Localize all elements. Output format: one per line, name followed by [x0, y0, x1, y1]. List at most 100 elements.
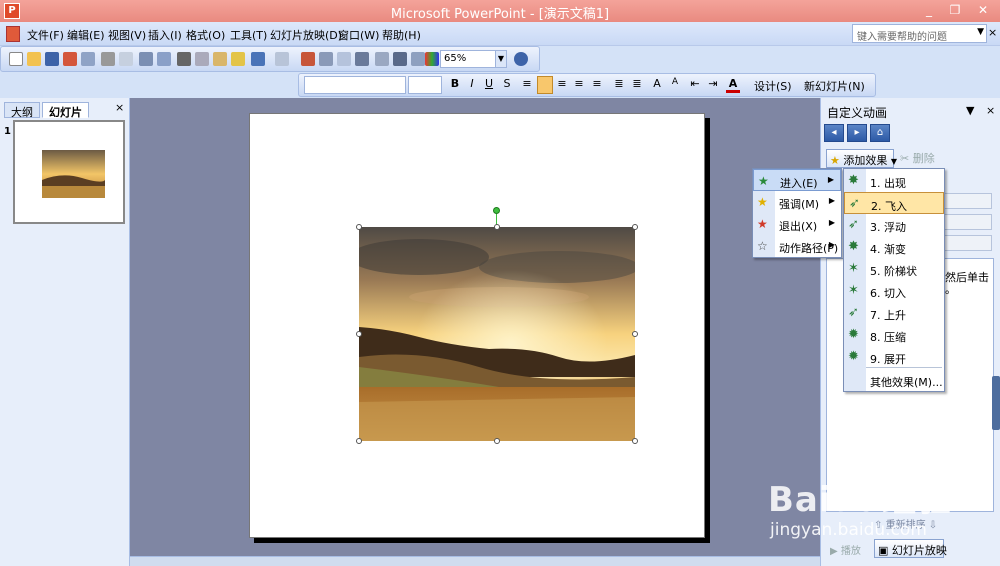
back-icon[interactable]: ◂: [824, 124, 844, 142]
paste-icon[interactable]: [213, 52, 227, 66]
chevron-down-icon[interactable]: ▼: [977, 27, 984, 37]
menu-edit[interactable]: 编辑(E): [67, 27, 105, 43]
add-effect-button[interactable]: ★ 添加效果 ▼: [826, 149, 897, 168]
copy-icon[interactable]: [195, 52, 209, 66]
tab-outline[interactable]: 大纲: [4, 102, 40, 119]
help-search-input[interactable]: 键入需要帮助的问题 ▼: [852, 24, 987, 43]
menu-view[interactable]: 视图(V): [108, 27, 146, 43]
bold-icon[interactable]: B: [448, 77, 462, 90]
tab-slides[interactable]: 幻灯片: [42, 102, 89, 119]
font-size-select[interactable]: [408, 76, 442, 94]
new-icon[interactable]: [9, 52, 23, 66]
effect-fly-in[interactable]: ➶ 2. 飞入: [844, 192, 944, 214]
menu-insert[interactable]: 插入(I): [148, 27, 182, 43]
effect-float[interactable]: ➶ 3. 浮动: [844, 214, 944, 236]
close-pane-button[interactable]: ×: [986, 104, 995, 117]
play-button[interactable]: ▶ 播放: [826, 540, 868, 558]
numbering-icon[interactable]: ≣: [612, 77, 626, 90]
resize-handle[interactable]: [356, 438, 362, 444]
menu-file[interactable]: 文件(F): [27, 27, 64, 43]
down-arrow-icon[interactable]: ⇩: [929, 520, 937, 531]
menu-item-exit[interactable]: ★ 退出(X) ▶: [753, 213, 841, 235]
effect-fade[interactable]: ✸ 4. 渐变: [844, 236, 944, 258]
zoom-dropdown-icon[interactable]: ▼: [495, 50, 507, 68]
redo-icon[interactable]: [275, 52, 289, 66]
start-select[interactable]: [944, 193, 992, 209]
shadow-icon[interactable]: S: [500, 77, 514, 90]
property-select[interactable]: [944, 214, 992, 230]
effect-compress[interactable]: ✹ 8. 压缩: [844, 324, 944, 346]
decrease-font-icon[interactable]: A: [668, 77, 682, 87]
effect-appear[interactable]: ✸ 1. 出现: [844, 170, 944, 192]
permission-icon[interactable]: [63, 52, 77, 66]
resize-handle[interactable]: [494, 224, 500, 230]
speed-select[interactable]: [944, 235, 992, 251]
save-icon[interactable]: [45, 52, 59, 66]
scrollbar-thumb[interactable]: [992, 376, 1000, 430]
menu-tools[interactable]: 工具(T): [230, 27, 267, 43]
font-name-select[interactable]: [304, 76, 406, 94]
menu-item-emphasis[interactable]: ★ 强调(M) ▶: [753, 191, 841, 213]
expand-all-icon[interactable]: [375, 52, 389, 66]
document-icon[interactable]: [6, 26, 20, 42]
print-icon[interactable]: [101, 52, 115, 66]
open-icon[interactable]: [27, 52, 41, 66]
insert-table-icon[interactable]: [319, 52, 333, 66]
delete-button[interactable]: ✂ 删除: [900, 150, 935, 166]
insert-chart-icon[interactable]: [301, 52, 315, 66]
format-painter-icon[interactable]: [231, 52, 245, 66]
forward-icon[interactable]: ▸: [847, 124, 867, 142]
resize-handle[interactable]: [356, 224, 362, 230]
undo-icon[interactable]: [251, 52, 265, 66]
justify-icon[interactable]: ≡: [590, 77, 604, 90]
resize-handle[interactable]: [356, 331, 362, 337]
decrease-indent-icon[interactable]: ⇤: [688, 77, 702, 90]
align-right-icon[interactable]: ≡: [555, 77, 569, 90]
resize-handle[interactable]: [494, 438, 500, 444]
font-color-icon[interactable]: A: [726, 77, 740, 93]
insert-diagram-icon[interactable]: [355, 52, 369, 66]
effect-expand[interactable]: ✹ 9. 展开: [844, 346, 944, 368]
design-button[interactable]: 设计(S): [754, 78, 792, 94]
color-grayscale-icon[interactable]: [425, 52, 439, 66]
bullets-icon[interactable]: ≣: [630, 77, 644, 90]
resize-handle[interactable]: [632, 224, 638, 230]
menu-item-entrance[interactable]: ★ 进入(E) ▶: [753, 169, 841, 191]
menu-slideshow[interactable]: 幻灯片放映(D): [270, 27, 342, 43]
rotation-handle[interactable]: [493, 207, 500, 214]
slideshow-button[interactable]: ▣ 幻灯片放映: [874, 539, 947, 558]
more-effects[interactable]: 其他效果(M)...: [844, 369, 944, 391]
increase-indent-icon[interactable]: ⇥: [706, 77, 720, 90]
menu-help[interactable]: 帮助(H): [382, 27, 421, 43]
research-icon[interactable]: [157, 52, 171, 66]
home-icon[interactable]: ⌂: [870, 124, 890, 142]
effect-ascend[interactable]: ➶ 7. 上升: [844, 302, 944, 324]
pane-menu-icon[interactable]: ▼: [966, 104, 974, 117]
resize-handle[interactable]: [632, 438, 638, 444]
restore-button[interactable]: ❐: [944, 2, 966, 19]
align-center-icon[interactable]: [537, 76, 553, 94]
show-grid-icon[interactable]: [411, 52, 425, 66]
menu-item-motion-path[interactable]: ☆ 动作路径(P) ▶: [753, 235, 841, 257]
distribute-icon[interactable]: ≡: [572, 77, 586, 90]
increase-font-icon[interactable]: A: [650, 77, 664, 90]
landscape-picture[interactable]: [359, 227, 635, 441]
close-panel-button[interactable]: ×: [115, 101, 124, 114]
email-icon[interactable]: [81, 52, 95, 66]
show-formatting-icon[interactable]: [393, 52, 407, 66]
cut-icon[interactable]: [177, 52, 191, 66]
underline-icon[interactable]: U: [482, 77, 496, 90]
effect-strips[interactable]: ✶ 5. 阶梯状: [844, 258, 944, 280]
help-icon[interactable]: [514, 52, 528, 66]
spelling-icon[interactable]: [139, 52, 153, 66]
effect-peek-in[interactable]: ✶ 6. 切入: [844, 280, 944, 302]
resize-handle[interactable]: [632, 331, 638, 337]
menu-format[interactable]: 格式(O): [186, 27, 225, 43]
print-preview-icon[interactable]: [119, 52, 133, 66]
close-window-button[interactable]: ✕: [972, 2, 994, 19]
minimize-button[interactable]: _: [918, 2, 940, 19]
align-left-icon[interactable]: ≡: [520, 77, 534, 90]
italic-icon[interactable]: I: [465, 77, 479, 90]
menu-window[interactable]: 窗口(W): [338, 27, 379, 43]
insert-picture-icon[interactable]: [337, 52, 351, 66]
